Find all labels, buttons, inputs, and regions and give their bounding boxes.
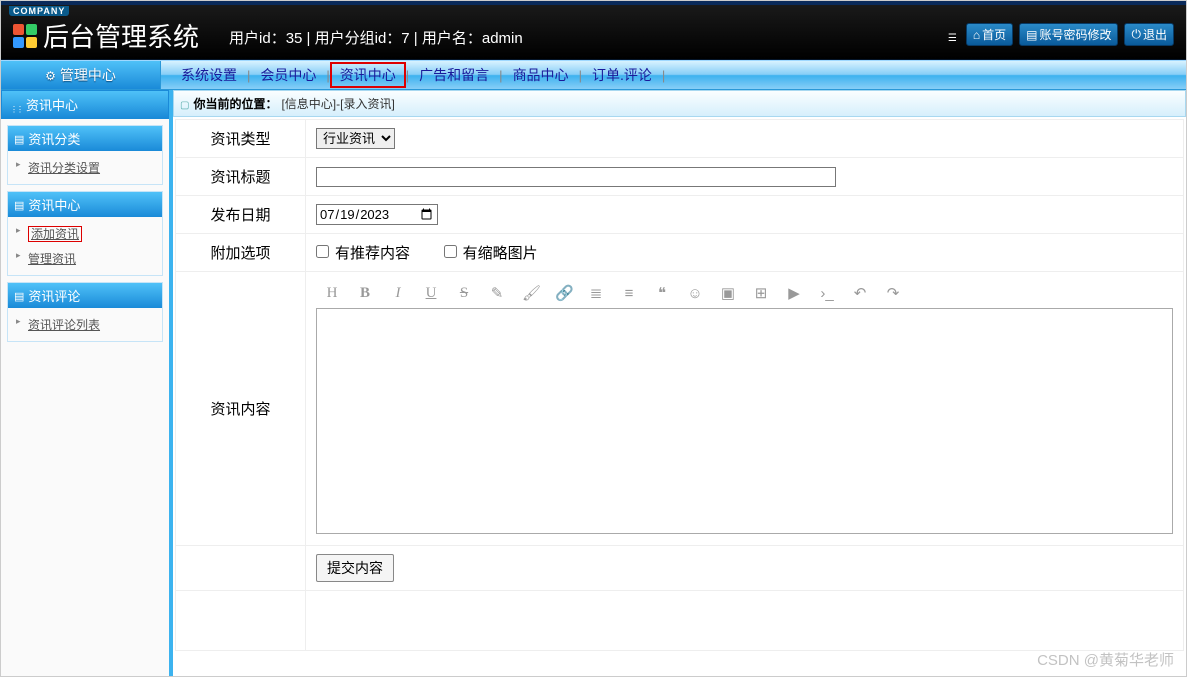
editor-eraser-icon[interactable]: ✎ bbox=[489, 284, 505, 302]
sidebar-group-head: 资讯分类 bbox=[8, 126, 162, 151]
editor-image-icon[interactable]: ▣ bbox=[720, 284, 736, 302]
breadcrumb: 你当前的位置： [信息中心]-[录入资讯] bbox=[173, 90, 1186, 117]
nav-links: 系统设置 | 会员中心 | 资讯中心 | 广告和留言 | 商品中心 | 订单.评… bbox=[161, 61, 1186, 89]
top-header: COMPANY 后台管理系统 用户id：35 | 用户分组id：7 | 用户名：… bbox=[1, 1, 1186, 60]
editor-video-icon[interactable]: ▶ bbox=[786, 284, 802, 302]
sidebar-title: 资讯中心 bbox=[1, 90, 169, 119]
editor-link-icon[interactable]: 🔗 bbox=[555, 284, 571, 302]
recommend-checkbox[interactable] bbox=[316, 245, 329, 258]
content-editor[interactable] bbox=[316, 308, 1173, 534]
date-input[interactable] bbox=[316, 204, 438, 225]
nav-item-3[interactable]: 广告和留言 bbox=[409, 65, 499, 85]
editor-bold-icon[interactable]: B bbox=[357, 285, 373, 302]
company-tag: COMPANY bbox=[9, 6, 69, 16]
top-links: ⌂首页 ▤账号密码修改 ⏻退出 bbox=[948, 23, 1174, 46]
home-link[interactable]: ⌂首页 bbox=[966, 23, 1013, 46]
extra-label: 附加选项 bbox=[176, 234, 306, 272]
sidebar-link[interactable]: 资讯评论列表 bbox=[28, 318, 100, 332]
thumbnail-checkbox[interactable] bbox=[444, 245, 457, 258]
main-content: 你当前的位置： [信息中心]-[录入资讯] 资讯类型 行业资讯 资讯标题 发布日… bbox=[173, 90, 1186, 676]
editor-strike-icon[interactable]: S bbox=[456, 285, 472, 302]
type-label: 资讯类型 bbox=[176, 120, 306, 158]
date-label: 发布日期 bbox=[176, 196, 306, 234]
gear-icon bbox=[45, 61, 56, 90]
nav-item-2[interactable]: 资讯中心 bbox=[330, 62, 406, 88]
sidebar-group-head: 资讯评论 bbox=[8, 283, 162, 308]
editor-redo-icon[interactable]: ↷ bbox=[885, 284, 901, 302]
nav-item-5[interactable]: 订单.评论 bbox=[582, 65, 662, 85]
editor-brush-icon[interactable]: 🖌 bbox=[522, 284, 538, 302]
submit-button[interactable]: 提交内容 bbox=[316, 554, 394, 582]
app-logo-icon bbox=[13, 24, 37, 48]
sidebar-link[interactable]: 管理资讯 bbox=[28, 252, 76, 266]
grid-icon bbox=[10, 100, 22, 110]
list-icon bbox=[14, 131, 24, 146]
nav-side-heading: 管理中心 bbox=[1, 61, 161, 89]
sidebar: 资讯中心 资讯分类资讯分类设置资讯中心添加资讯管理资讯资讯评论资讯评论列表 bbox=[1, 90, 173, 676]
sidebar-group-2: 资讯评论资讯评论列表 bbox=[7, 282, 163, 342]
editor-toolbar: HBIUS ✎ 🖌 🔗 ≣ ≡ ❝ ☺ ▣ ⊞ ▶ ›_ ↶ ↷ bbox=[316, 280, 1173, 308]
thumbnail-checkbox-label[interactable]: 有缩略图片 bbox=[444, 245, 538, 262]
sidebar-item[interactable]: 添加资讯 bbox=[8, 221, 162, 246]
book-icon: ▤ bbox=[1026, 28, 1037, 42]
recommend-checkbox-label[interactable]: 有推荐内容 bbox=[316, 245, 410, 262]
editor-italic-icon[interactable]: I bbox=[390, 285, 406, 302]
logout-link[interactable]: ⏻退出 bbox=[1124, 23, 1174, 46]
editor-undo-icon[interactable]: ↶ bbox=[852, 284, 868, 302]
form-table: 资讯类型 行业资讯 资讯标题 发布日期 附加选项 有推荐内容 bbox=[175, 119, 1184, 651]
nav-item-1[interactable]: 会员中心 bbox=[250, 65, 326, 85]
nav-strip: 管理中心 系统设置 | 会员中心 | 资讯中心 | 广告和留言 | 商品中心 |… bbox=[1, 60, 1186, 90]
content-label: 资讯内容 bbox=[176, 272, 306, 546]
user-info: 用户id：35 | 用户分组id：7 | 用户名：admin bbox=[229, 27, 523, 48]
title-label: 资讯标题 bbox=[176, 158, 306, 196]
account-link[interactable]: ▤账号密码修改 bbox=[1019, 23, 1118, 46]
menu-icon bbox=[948, 30, 960, 40]
sidebar-group-head: 资讯中心 bbox=[8, 192, 162, 217]
sidebar-item[interactable]: 资讯评论列表 bbox=[8, 312, 162, 337]
breadcrumb-path: [信息中心]-[录入资讯] bbox=[281, 95, 394, 112]
app-title: 后台管理系统 bbox=[43, 17, 199, 54]
editor-list-ol-icon[interactable]: ≡ bbox=[621, 285, 637, 302]
list-icon bbox=[14, 288, 24, 303]
editor-list-ul-icon[interactable]: ≣ bbox=[588, 284, 604, 302]
type-select[interactable]: 行业资讯 bbox=[316, 128, 395, 149]
power-icon: ⏻ bbox=[1131, 27, 1141, 42]
sidebar-item[interactable]: 管理资讯 bbox=[8, 246, 162, 271]
editor-emoji-icon[interactable]: ☺ bbox=[687, 285, 703, 302]
sidebar-group-1: 资讯中心添加资讯管理资讯 bbox=[7, 191, 163, 276]
nav-item-0[interactable]: 系统设置 bbox=[171, 65, 247, 85]
breadcrumb-prefix: 你当前的位置： bbox=[193, 95, 277, 112]
editor-heading-icon[interactable]: H bbox=[324, 285, 340, 302]
sidebar-link[interactable]: 资讯分类设置 bbox=[28, 161, 100, 175]
sidebar-link[interactable]: 添加资讯 bbox=[28, 226, 82, 242]
editor-code-icon[interactable]: ›_ bbox=[819, 285, 835, 302]
sidebar-group-0: 资讯分类资讯分类设置 bbox=[7, 125, 163, 185]
home-icon: ⌂ bbox=[973, 28, 980, 42]
editor-quote-icon[interactable]: ❝ bbox=[654, 284, 670, 302]
list-icon bbox=[14, 197, 24, 212]
doc-icon bbox=[180, 97, 189, 111]
sidebar-item[interactable]: 资讯分类设置 bbox=[8, 155, 162, 180]
editor-table-icon[interactable]: ⊞ bbox=[753, 284, 769, 302]
editor-underline-icon[interactable]: U bbox=[423, 285, 439, 302]
nav-item-4[interactable]: 商品中心 bbox=[503, 65, 579, 85]
title-input[interactable] bbox=[316, 167, 836, 187]
